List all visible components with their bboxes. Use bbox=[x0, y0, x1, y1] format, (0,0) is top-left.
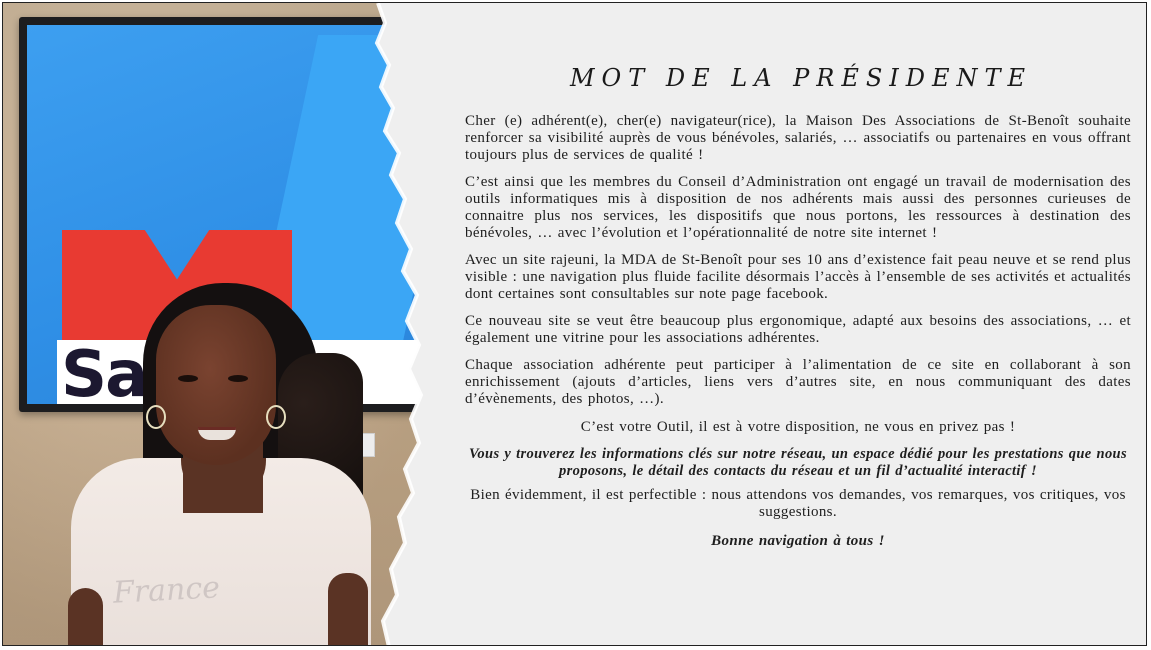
paragraph-highlight: Vous y trouverez les informations clés s… bbox=[469, 446, 1127, 479]
paragraph-your-tool: C’est votre Outil, il est à votre dispos… bbox=[580, 419, 1016, 435]
paragraph-new-site: Avec un site rajeuni, la MDA de St-Benoî… bbox=[465, 252, 1131, 302]
shirt-print-text: France bbox=[112, 570, 221, 611]
page-title: MOT DE LA PRÉSIDENTE bbox=[569, 64, 1033, 92]
right-eye bbox=[228, 375, 248, 382]
right-arm bbox=[328, 573, 368, 645]
face bbox=[156, 305, 276, 465]
smile bbox=[198, 427, 236, 440]
left-arm bbox=[68, 588, 103, 645]
paragraph-intro: Cher (e) adhérent(e), cher(e) navigateur… bbox=[465, 113, 1131, 163]
left-eye bbox=[178, 375, 198, 382]
paragraph-modernisation: C’est ainsi que les membres du Conseil d… bbox=[465, 174, 1131, 241]
paragraph-ergonomic: Ce nouveau site se veut être beaucoup pl… bbox=[465, 313, 1131, 346]
president-photo: Saint-B France bbox=[3, 3, 443, 645]
page-frame: Saint-B France MOT DE LA PRÉSIDEN bbox=[2, 2, 1147, 646]
paragraph-participation: Chaque association adhérente peut partic… bbox=[465, 357, 1131, 407]
right-earring bbox=[266, 405, 286, 429]
closing-line: Bonne navigation à tous ! bbox=[711, 533, 885, 549]
left-earring bbox=[146, 405, 166, 429]
president-message: MOT DE LA PRÉSIDENTE Cher (e) adhérent(e… bbox=[465, 3, 1131, 550]
president-figure: France bbox=[63, 283, 393, 645]
paragraph-feedback: Bien évidemment, il est perfectible : no… bbox=[470, 487, 1126, 520]
